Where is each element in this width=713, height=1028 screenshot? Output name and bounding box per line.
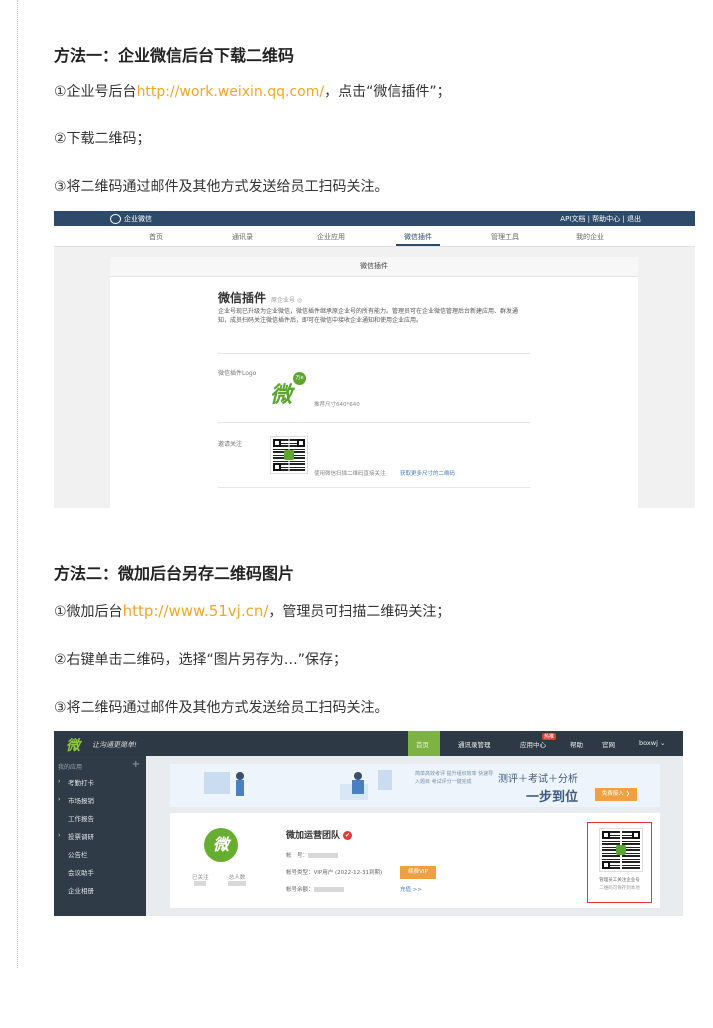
s1-nav-tools[interactable]: 管理工具 bbox=[491, 232, 519, 242]
s1-nav-bar: 首页 通讯录 企业应用 微信插件 管理工具 我的企业 bbox=[54, 226, 695, 247]
s2-org-card: 微 已关注 总人数 微加运营团队 ✔ 帐 号： 帐号类型：VIP用户 (2022-… bbox=[170, 813, 660, 908]
s1-logo-label: 微信插件Logo bbox=[218, 370, 257, 377]
sidebar-item-meeting[interactable]: 会议助手 bbox=[68, 867, 94, 877]
s1-nav-home[interactable]: 首页 bbox=[149, 232, 163, 242]
hot-badge: 热推 bbox=[542, 733, 557, 740]
s2-promo-banner[interactable]: 简单高效考评 提升组织效率 快速导入题目 考试评分一键完成 测评＋考试＋分析 一… bbox=[170, 764, 660, 807]
s1-plugin-desc: 企业号现已升级为企业微信，微信插件继承原企业号的所有能力。管理员可在企业微信管理… bbox=[218, 308, 519, 324]
method1-step1: ①企业号后台http://work.weixin.qq.com/，点击“微信插件… bbox=[54, 84, 451, 100]
account-balance: 帐号余额： bbox=[286, 885, 344, 893]
s1-card-header: 微信插件 bbox=[110, 257, 638, 277]
s1-qr-hint: 使用微信扫描二维码直接关注 bbox=[314, 471, 386, 477]
s1-top-links[interactable]: API文档 | 帮助中心 | 退出 bbox=[560, 214, 641, 224]
stat-followed: 已关注 bbox=[192, 873, 209, 887]
s1-nav-wechat-plugin[interactable]: 微信插件 bbox=[404, 232, 432, 242]
method2-step2: ②右键单击二维码，选择“图片另存为…”保存； bbox=[54, 652, 348, 668]
work-weixin-link[interactable]: http://work.weixin.qq.com/ bbox=[137, 84, 325, 100]
s2-menu-user[interactable]: boxwj ⌄ bbox=[639, 739, 665, 747]
banner-line1: 测评＋考试＋分析 bbox=[498, 774, 578, 785]
method1-heading: 方法一：企业微信后台下载二维码 bbox=[54, 46, 295, 65]
account-type: 帐号类型：VIP用户 (2022-12-31到期) bbox=[286, 870, 383, 876]
s1-active-underline bbox=[396, 244, 440, 246]
qr-caption1: 管理员工关注企业号 bbox=[599, 878, 640, 883]
s2-menu-contacts[interactable]: 通讯录管理 bbox=[458, 739, 491, 749]
s2-sidebar-header: 我的应用 bbox=[58, 764, 83, 771]
org-name: 微加运营团队 ✔ bbox=[286, 831, 353, 841]
method2-step3: ③将二维码通过邮件及其他方式发送给员工扫码关注。 bbox=[54, 700, 389, 716]
weijia-qr-box: 管理员工关注企业号 二维码可保存到本地 bbox=[587, 822, 652, 903]
avatar: 微 bbox=[204, 828, 238, 862]
divider bbox=[218, 422, 530, 423]
sidebar-item-notice[interactable]: 公告栏 bbox=[68, 849, 88, 859]
qr-code-icon[interactable] bbox=[270, 436, 308, 474]
s1-plugin-card: 微信插件 微信插件 原企业号 ◎ 企业号现已升级为企业微信，微信插件继承原企业号的… bbox=[110, 257, 638, 508]
stat-total: 总人数 bbox=[228, 873, 246, 887]
banner-illustration-icon bbox=[204, 770, 392, 800]
left-dotted-rule bbox=[17, 0, 18, 968]
weijia-logo: 微 bbox=[66, 738, 80, 754]
wei-plus-badge: 万e bbox=[293, 372, 306, 385]
s1-logo-hint: 推荐尺寸640*640 bbox=[314, 402, 360, 408]
verified-icon: ✔ bbox=[343, 831, 353, 840]
banner-line2: 一步到位 bbox=[526, 790, 579, 805]
add-app-icon[interactable]: + bbox=[132, 759, 140, 770]
sidebar-item-report[interactable]: 工作报告 bbox=[68, 813, 94, 823]
chat-bubble-icon bbox=[110, 214, 121, 224]
qr-code-icon[interactable] bbox=[599, 828, 643, 872]
s1-nav-my-company[interactable]: 我的企业 bbox=[576, 232, 604, 242]
qr-caption2: 二维码可保存到本地 bbox=[599, 886, 640, 891]
banner-small-text: 简单高效考评 提升组织效率 快速导入题目 考试评分一键完成 bbox=[415, 771, 494, 785]
method2-heading: 方法二：微加后台另存二维码图片 bbox=[54, 564, 295, 583]
s1-follow-label: 邀请关注 bbox=[218, 441, 243, 448]
method2-step1: ①微加后台http://www.51vj.cn/，管理员可扫描二维码关注； bbox=[54, 602, 451, 620]
method1-step2: ②下载二维码； bbox=[54, 131, 151, 147]
s1-nav-apps[interactable]: 企业应用 bbox=[317, 232, 345, 242]
divider bbox=[218, 487, 530, 488]
account-id: 帐 号： bbox=[286, 851, 339, 859]
method1-step3: ③将二维码通过邮件及其他方式发送给员工扫码关注。 bbox=[54, 179, 389, 195]
s1-qr-download-link[interactable]: 获取更多尺寸的二维码 bbox=[400, 469, 455, 477]
chevron-right-icon: › bbox=[58, 778, 61, 785]
recharge-link[interactable]: 充值 >> bbox=[400, 885, 422, 893]
chevron-right-icon: › bbox=[58, 832, 61, 839]
s1-app-logo: 企业微信 bbox=[110, 214, 152, 224]
divider bbox=[218, 353, 530, 354]
sidebar-item-vote[interactable]: 投票调研 bbox=[68, 831, 94, 841]
s1-topbar: 企业微信 API文档 | 帮助中心 | 退出 bbox=[54, 211, 695, 226]
banner-join-button[interactable]: 免费接入 ❯ bbox=[595, 788, 637, 801]
weijia-link[interactable]: http://www.51vj.cn/ bbox=[123, 602, 269, 620]
work-weixin-screenshot: 企业微信 API文档 | 帮助中心 | 退出 首页 通讯录 企业应用 微信插件 … bbox=[54, 211, 695, 508]
s2-menu-help[interactable]: 帮助 bbox=[570, 739, 583, 749]
s2-menu-apps[interactable]: 应用中心 bbox=[520, 739, 546, 749]
sidebar-item-attendance[interactable]: 考勤打卡 bbox=[68, 777, 94, 787]
renew-vip-button[interactable]: 续费VIP bbox=[400, 866, 436, 879]
weijia-screenshot: 微 让沟通更简单! 首页 通讯录管理 应用中心 帮助 官网 boxwj ⌄ 热推… bbox=[54, 731, 683, 916]
s2-slogan: 让沟通更简单! bbox=[92, 741, 137, 749]
s2-menu-site[interactable]: 官网 bbox=[602, 739, 615, 749]
s1-plugin-title: 微信插件 原企业号 ◎ bbox=[218, 291, 303, 305]
s1-nav-contacts[interactable]: 通讯录 bbox=[232, 232, 253, 242]
s2-menu-home[interactable]: 首页 bbox=[416, 739, 429, 749]
sidebar-item-reimburse[interactable]: 市场报销 bbox=[68, 795, 94, 805]
s2-sidebar: 我的应用 + › 考勤打卡 › 市场报销 工作报告 › 投票调研 公告栏 会议助… bbox=[54, 756, 146, 916]
sidebar-item-album[interactable]: 企业相册 bbox=[68, 885, 94, 895]
wei-plus-logo: 微 bbox=[270, 382, 293, 408]
chevron-right-icon: › bbox=[58, 796, 61, 803]
s2-topbar: 微 让沟通更简单! 首页 通讯录管理 应用中心 帮助 官网 boxwj ⌄ 热推 bbox=[54, 731, 683, 756]
